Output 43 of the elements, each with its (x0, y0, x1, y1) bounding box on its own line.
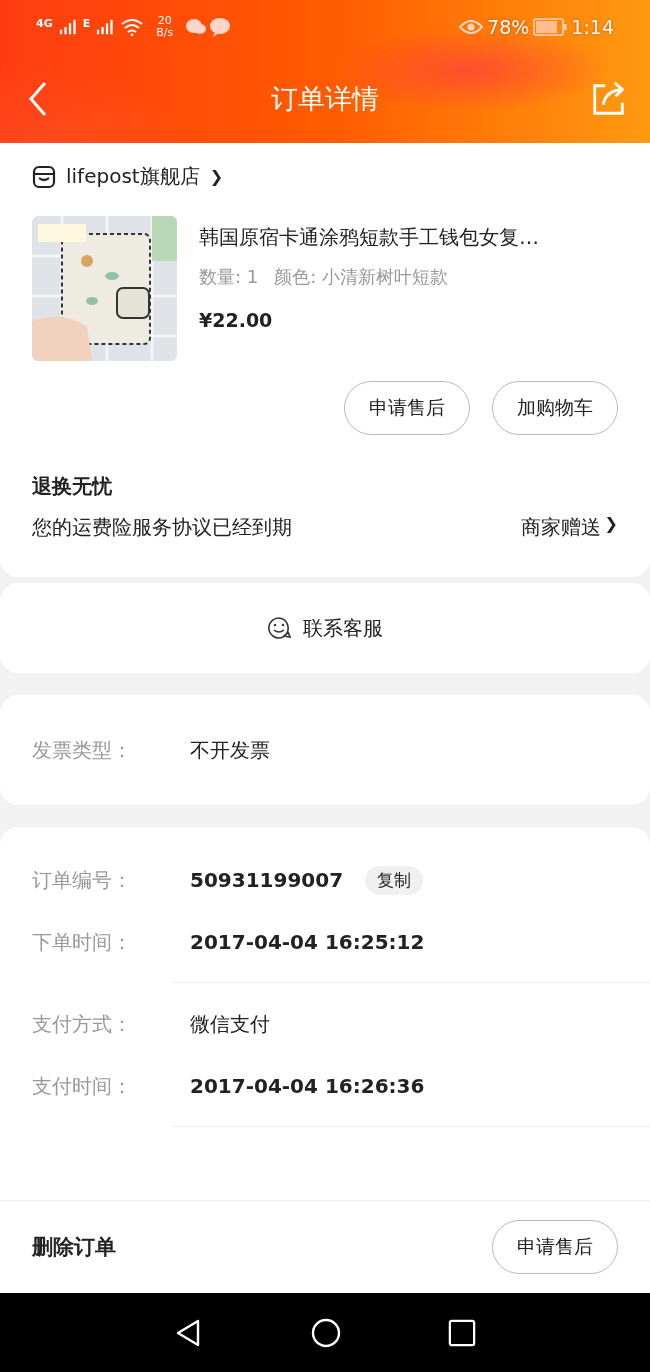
chat-icons (185, 17, 232, 37)
speed-unit: B/s (156, 27, 174, 39)
outline-button[interactable]: 加购物车 (492, 381, 618, 435)
insurance-notice: 您的运费险服务协议已经到期 (32, 514, 292, 541)
signal-icon (58, 19, 77, 35)
product-price: ¥22.00 (199, 309, 274, 331)
merchant-gift-link[interactable]: 商家赠送 ❯ (520, 514, 618, 541)
outline-button[interactable]: 申请售后 (344, 381, 470, 435)
chat-bubble-icon (267, 616, 291, 640)
field-value: 不开发票 (190, 736, 270, 764)
battery-percent: 78% (487, 16, 530, 38)
field-label: 下单时间： (32, 928, 133, 956)
field-label: 支付方式： (32, 1010, 133, 1038)
copy-button[interactable]: 复制 (365, 865, 424, 895)
product-quantity: 数量: 1 (199, 265, 259, 289)
after-sale-button[interactable]: 申请售后 (492, 1220, 618, 1274)
store-name: lifepost旗舰店 (66, 163, 200, 190)
store-link[interactable]: lifepost旗舰店 ❯ (32, 163, 618, 190)
recent-apps-icon[interactable] (448, 1318, 477, 1347)
contact-service-button[interactable]: 联系客服 (261, 613, 389, 643)
field-label: 发票类型： (32, 736, 133, 764)
chevron-icon: ❯ (209, 167, 224, 186)
eye-icon (459, 19, 484, 35)
field-value: 微信支付 (190, 1010, 270, 1038)
network-type: 4G (36, 17, 53, 30)
clock: 1:14 (571, 16, 614, 38)
product-variant: 颜色: 小清新树叶短款 (274, 265, 449, 289)
page-title: 订单详情 (271, 81, 379, 116)
field-label: 支付时间： (32, 1072, 133, 1100)
product-title: 韩国原宿卡通涂鸦短款手工钱包女复… (199, 224, 539, 251)
network-type: E (82, 17, 91, 30)
store-icon (32, 164, 56, 189)
home-icon[interactable] (311, 1317, 341, 1348)
section-title: 退换无忧 (32, 473, 113, 500)
field-value: 2017-04-04 16:26:36 (190, 1074, 425, 1098)
network-speed: 20 (157, 15, 172, 27)
wifi-icon (120, 18, 145, 36)
field-value: 50931199007 (190, 868, 344, 892)
field-label: 订单编号： (32, 866, 133, 894)
delete-order-button[interactable]: 删除订单 (32, 1233, 116, 1261)
field-value: 2017-04-04 16:25:12 (190, 930, 425, 954)
signal-icon (96, 19, 115, 35)
battery-icon (533, 18, 568, 36)
